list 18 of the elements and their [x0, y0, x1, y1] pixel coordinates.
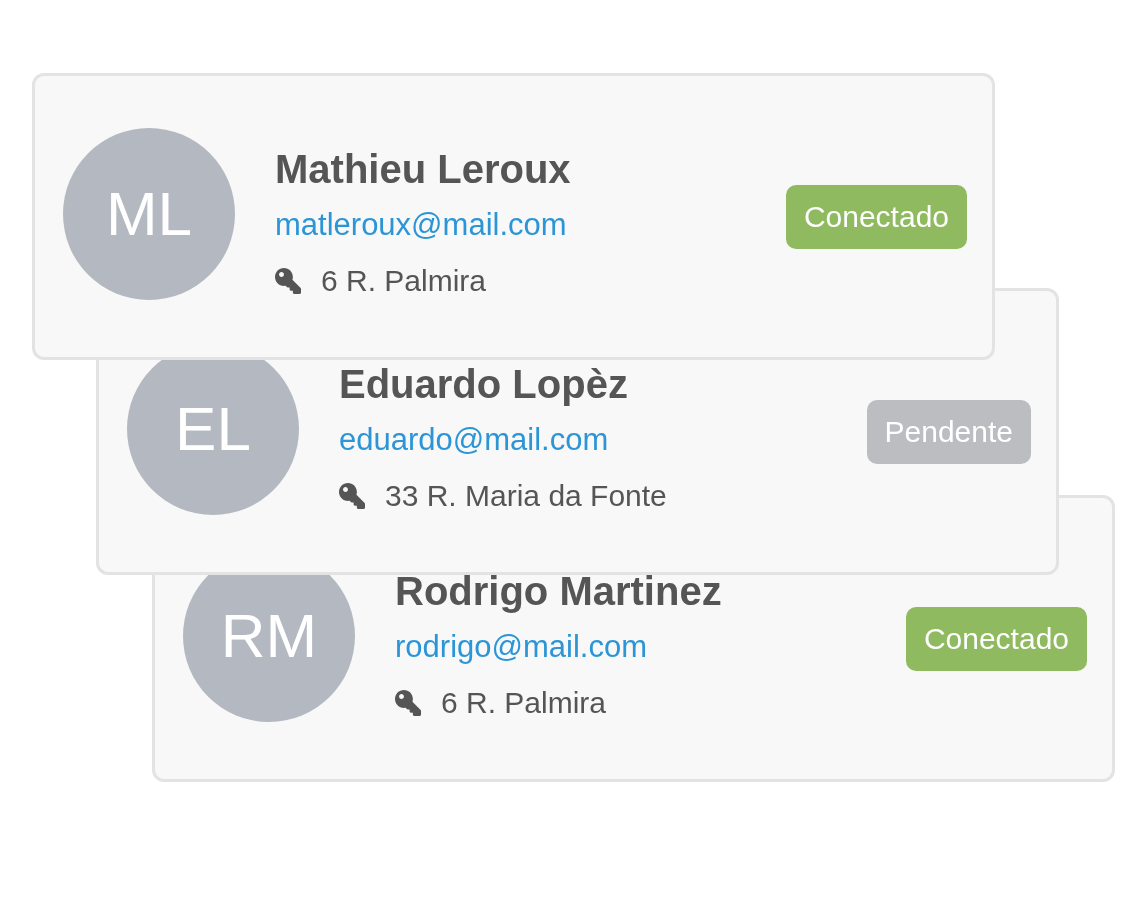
email-link[interactable]: eduardo@mail.com: [339, 421, 667, 458]
address-text: 6 R. Palmira: [441, 684, 607, 721]
contact-name: Mathieu Leroux: [275, 145, 571, 193]
email-link[interactable]: rodrigo@mail.com: [395, 628, 722, 665]
contact-name: Rodrigo Martinez: [395, 567, 722, 615]
address-text: 6 R. Palmira: [321, 262, 487, 299]
avatar-initials: RM: [220, 604, 318, 667]
status-badge: Conectado: [785, 184, 967, 249]
contact-name: Eduardo Lopèz: [339, 360, 629, 408]
key-icon: [275, 267, 301, 294]
avatar-initials: EL: [175, 397, 251, 460]
status-badge: Pendente: [866, 399, 1031, 464]
address-text: 33 R. Maria da Fonte: [385, 477, 667, 514]
email-link[interactable]: matleroux@mail.com: [275, 206, 571, 243]
key-icon: [395, 689, 421, 716]
key-icon: [339, 482, 365, 509]
status-badge: Conectado: [905, 606, 1087, 671]
avatar-initials: ML: [105, 182, 193, 245]
